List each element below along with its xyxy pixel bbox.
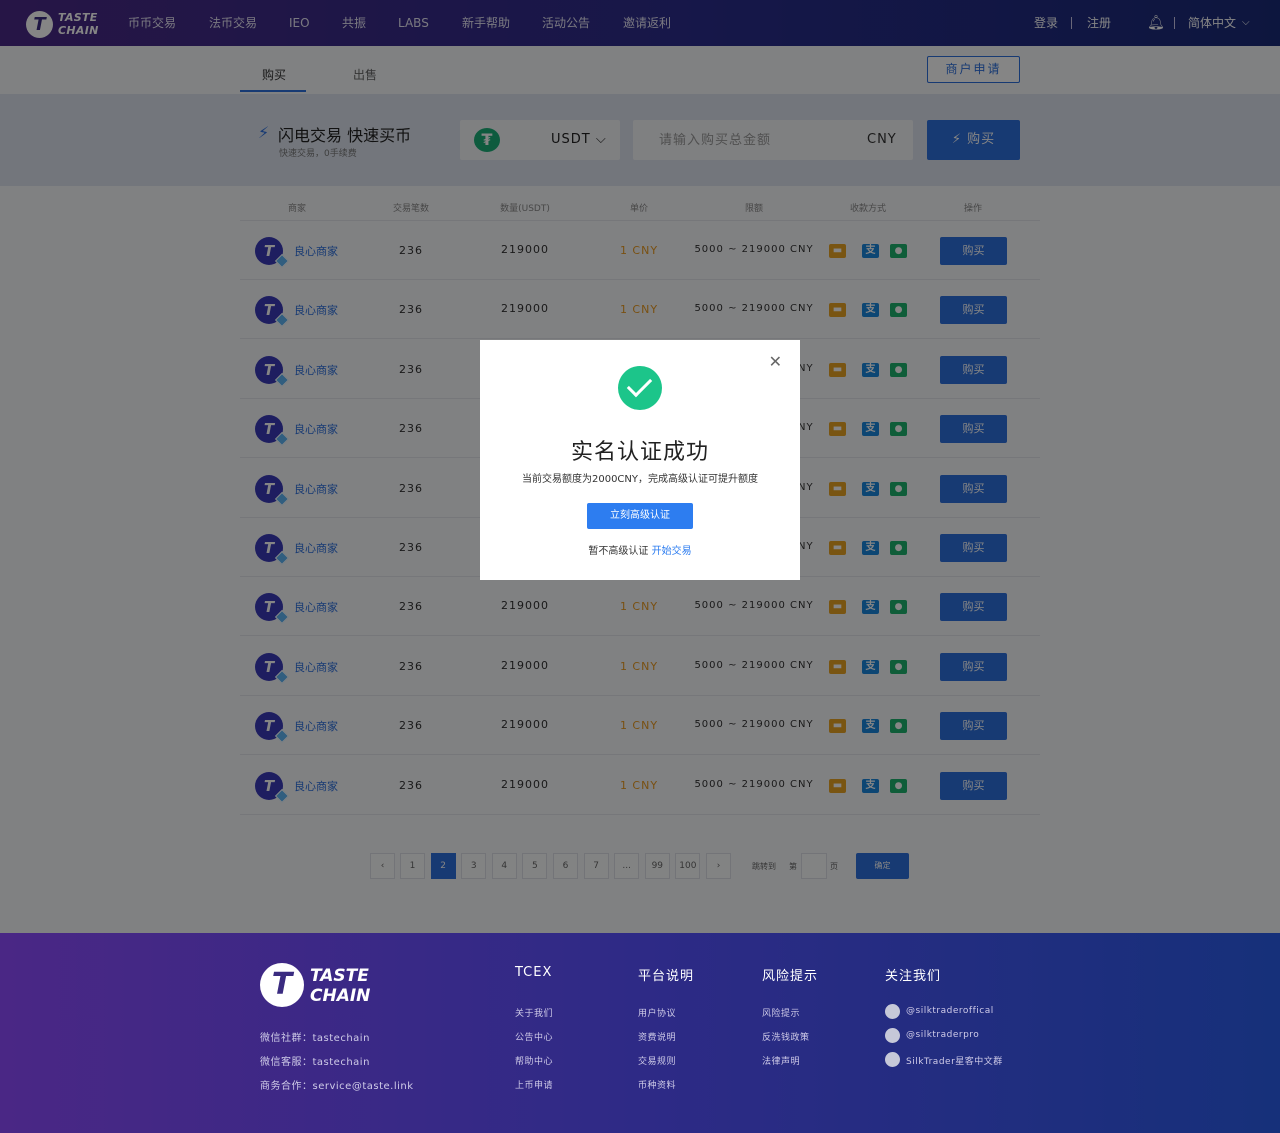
social-icon (885, 1004, 900, 1019)
footer-col-title: TCEX (515, 965, 553, 980)
footer-link[interactable]: 公告中心 (515, 1030, 553, 1043)
close-icon[interactable]: ✕ (769, 352, 782, 371)
skip-advanced: 暂不高级认证 开始交易 (588, 546, 692, 557)
footer-col-title: 风险提示 (762, 969, 819, 984)
footer-col-title: 平台说明 (638, 969, 695, 984)
contact-wechat-group: 微信社群：tastechain (260, 1033, 370, 1044)
start-trading-link[interactable]: 开始交易 (652, 546, 692, 557)
footer-link[interactable]: 帮助中心 (515, 1054, 553, 1067)
dialog-title: 实名认证成功 (570, 440, 709, 465)
contact-wechat-service: 微信客服：tastechain (260, 1057, 370, 1068)
success-check-icon (618, 366, 662, 410)
footer-link[interactable]: 反洗钱政策 (762, 1030, 810, 1043)
contact-business: 商务合作：service@taste.link (260, 1081, 414, 1092)
footer: T TASTE CHAIN 微信社群：tastechain 微信客服：taste… (0, 933, 1280, 1133)
footer-link[interactable]: 风险提示 (762, 1006, 800, 1019)
advanced-verify-button[interactable]: 立刻高级认证 (587, 503, 693, 529)
footer-link[interactable]: 关于我们 (515, 1006, 553, 1019)
footer-link[interactable]: 资费说明 (638, 1030, 676, 1043)
footer-logo-icon: T (260, 963, 304, 1007)
footer-col-title: 关注我们 (885, 969, 942, 984)
footer-link[interactable]: 法律声明 (762, 1054, 800, 1067)
verification-success-dialog: ✕ 实名认证成功 当前交易额度为2000CNY，完成高级认证可提升额度 立刻高级… (480, 340, 800, 580)
dialog-description: 当前交易额度为2000CNY，完成高级认证可提升额度 (521, 474, 759, 485)
social-icon (885, 1052, 900, 1067)
footer-link[interactable]: 交易规则 (638, 1054, 676, 1067)
footer-link[interactable]: 币种资料 (638, 1078, 676, 1091)
footer-link[interactable]: 上币申请 (515, 1078, 553, 1091)
footer-link[interactable]: SilkTrader星客中文群 (906, 1054, 1003, 1067)
footer-link[interactable]: 用户协议 (638, 1006, 676, 1019)
footer-logo: TASTE CHAIN (310, 966, 371, 1006)
social-icon (885, 1028, 900, 1043)
footer-link[interactable]: @silktraderoffical (906, 1006, 994, 1016)
footer-link[interactable]: @silktraderpro (906, 1030, 979, 1040)
